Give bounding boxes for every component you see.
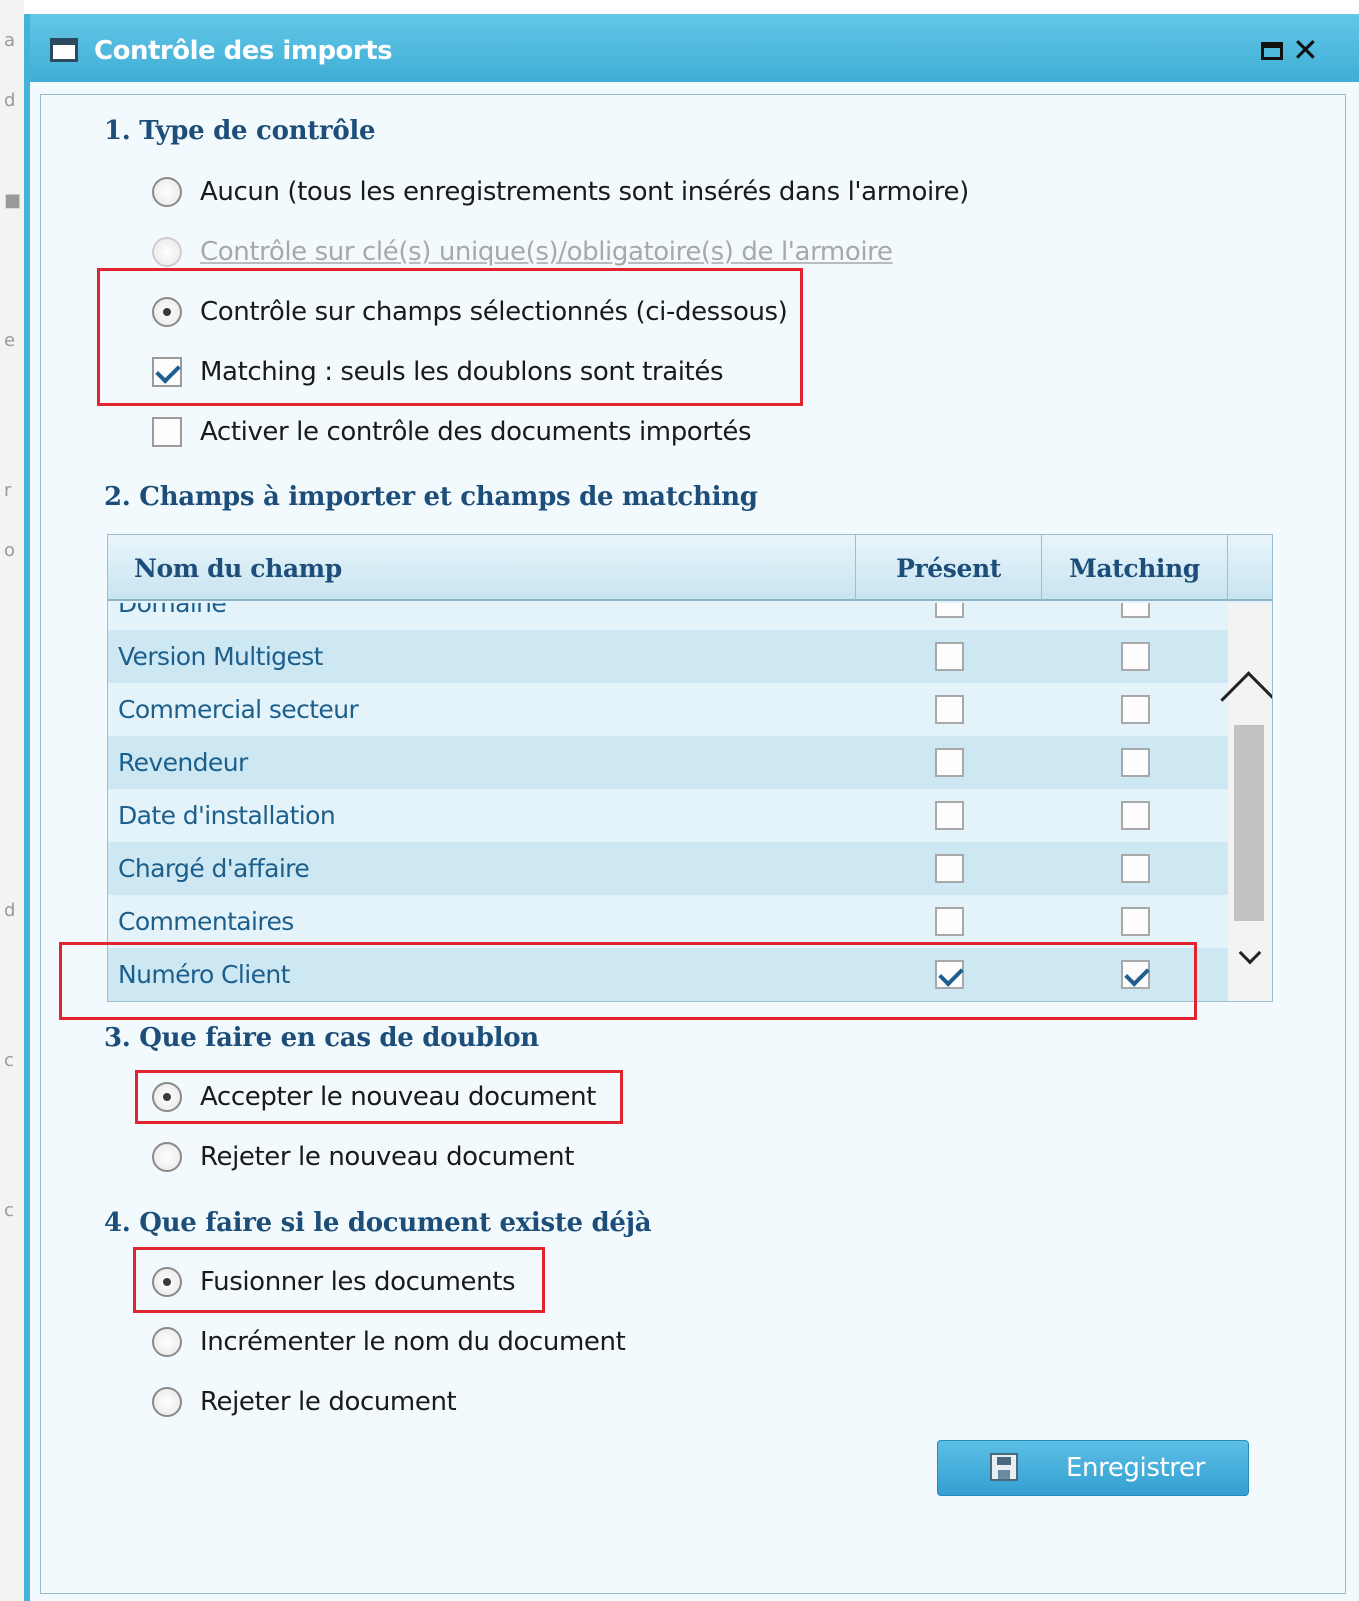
present-checkbox[interactable] (935, 907, 964, 936)
option-accepter-nouveau[interactable]: Accepter le nouveau document (152, 1077, 596, 1117)
save-icon (990, 1453, 1018, 1481)
option-label: Rejeter le document (200, 1387, 457, 1417)
field-name: Version Multigest (118, 642, 323, 671)
option-label: Matching : seuls les doublons sont trait… (200, 357, 724, 387)
option-label: Contrôle sur clé(s) unique(s)/obligatoir… (200, 237, 893, 267)
matching-checkbox[interactable] (1121, 642, 1150, 671)
field-name: Domaine (118, 603, 227, 618)
option-label: Incrémenter le nom du document (200, 1327, 626, 1357)
field-name: Commercial secteur (118, 695, 359, 724)
radio-button[interactable] (152, 1387, 182, 1417)
section-1-heading: 1. Type de contrôle (104, 116, 376, 146)
matching-checkbox[interactable] (1121, 960, 1150, 989)
present-checkbox[interactable] (935, 801, 964, 830)
dialog-titlebar[interactable]: Contrôle des imports ✕ (30, 14, 1359, 82)
table-row[interactable]: Chargé d'affaire (108, 842, 1228, 895)
option-controle-champs-selectionnes[interactable]: Contrôle sur champs sélectionnés (ci-des… (152, 292, 788, 332)
scrollbar-thumb[interactable] (1234, 725, 1264, 921)
option-controle-cle-unique: Contrôle sur clé(s) unique(s)/obligatoir… (152, 232, 893, 272)
matching-checkbox[interactable] (1121, 801, 1150, 830)
field-name: Chargé d'affaire (118, 854, 310, 883)
maximize-icon[interactable] (1261, 42, 1283, 60)
field-name: Revendeur (118, 748, 248, 777)
present-checkbox[interactable] (935, 854, 964, 883)
matching-checkbox[interactable] (1121, 854, 1150, 883)
option-aucun[interactable]: Aucun (tous les enregistrements sont ins… (152, 172, 969, 212)
table-scrollbar[interactable] (1220, 603, 1272, 1001)
radio-button[interactable] (152, 177, 182, 207)
section-2-heading: 2. Champs à importer et champs de matchi… (104, 482, 758, 512)
scroll-up-icon[interactable] (1220, 635, 1272, 731)
scroll-down-icon[interactable] (1228, 933, 1272, 973)
option-label: Aucun (tous les enregistrements sont ins… (200, 177, 969, 207)
table-row[interactable]: Numéro Client (108, 948, 1228, 1001)
option-label: Activer le contrôle des documents import… (200, 417, 752, 447)
matching-checkbox[interactable] (1121, 695, 1150, 724)
option-label: Accepter le nouveau document (200, 1082, 596, 1112)
present-checkbox[interactable] (935, 603, 964, 618)
field-name: Numéro Client (118, 960, 290, 989)
present-checkbox[interactable] (935, 960, 964, 989)
window-icon (50, 38, 78, 62)
section-3-heading: 3. Que faire en cas de doublon (104, 1023, 539, 1053)
fields-table: Nom du champ Présent Matching Domaine Ve… (107, 534, 1273, 1002)
dialog-title: Contrôle des imports (94, 36, 393, 66)
radio-button (152, 237, 182, 267)
table-header: Nom du champ Présent Matching (108, 535, 1272, 601)
radio-button[interactable] (152, 1327, 182, 1357)
save-button-label: Enregistrer (1066, 1453, 1205, 1483)
radio-button[interactable] (152, 1267, 182, 1297)
present-checkbox[interactable] (935, 642, 964, 671)
import-control-dialog: Contrôle des imports ✕ 1. Type de contrô… (24, 14, 1359, 1601)
checkbox[interactable] (152, 417, 182, 447)
column-header-matching[interactable]: Matching (1042, 535, 1228, 601)
option-incrementer[interactable]: Incrémenter le nom du document (152, 1322, 626, 1362)
table-body: Domaine Version Multigest Commercial sec… (108, 603, 1228, 1001)
radio-button[interactable] (152, 1142, 182, 1172)
table-row[interactable]: Commentaires (108, 895, 1228, 948)
table-row[interactable]: Date d'installation (108, 789, 1228, 842)
option-rejeter-nouveau[interactable]: Rejeter le nouveau document (152, 1137, 574, 1177)
section-4-heading: 4. Que faire si le document existe déjà (104, 1208, 652, 1238)
field-name: Commentaires (118, 907, 294, 936)
save-button[interactable]: Enregistrer (937, 1440, 1249, 1496)
matching-checkbox[interactable] (1121, 603, 1150, 618)
option-label: Fusionner les documents (200, 1267, 516, 1297)
column-header-present[interactable]: Présent (856, 535, 1042, 601)
present-checkbox[interactable] (935, 748, 964, 777)
table-row[interactable]: Revendeur (108, 736, 1228, 789)
table-row[interactable]: Commercial secteur (108, 683, 1228, 736)
table-row[interactable]: Domaine (108, 603, 1228, 630)
radio-button[interactable] (152, 297, 182, 327)
matching-checkbox[interactable] (1121, 907, 1150, 936)
radio-button[interactable] (152, 1082, 182, 1112)
close-icon[interactable]: ✕ (1292, 32, 1319, 68)
option-label: Rejeter le nouveau document (200, 1142, 575, 1172)
option-rejeter-document[interactable]: Rejeter le document (152, 1382, 457, 1422)
option-activer-controle-documents[interactable]: Activer le contrôle des documents import… (152, 412, 752, 452)
background-app-strip: a d ■ ero dcc (0, 0, 24, 1601)
table-row[interactable]: Version Multigest (108, 630, 1228, 683)
field-name: Date d'installation (118, 801, 336, 830)
option-fusionner[interactable]: Fusionner les documents (152, 1262, 516, 1302)
matching-checkbox[interactable] (1121, 748, 1150, 777)
column-header-spacer (1228, 535, 1272, 601)
option-label: Contrôle sur champs sélectionnés (ci-des… (200, 297, 788, 327)
present-checkbox[interactable] (935, 695, 964, 724)
option-matching[interactable]: Matching : seuls les doublons sont trait… (152, 352, 724, 392)
checkbox[interactable] (152, 357, 182, 387)
column-header-name[interactable]: Nom du champ (108, 535, 856, 601)
